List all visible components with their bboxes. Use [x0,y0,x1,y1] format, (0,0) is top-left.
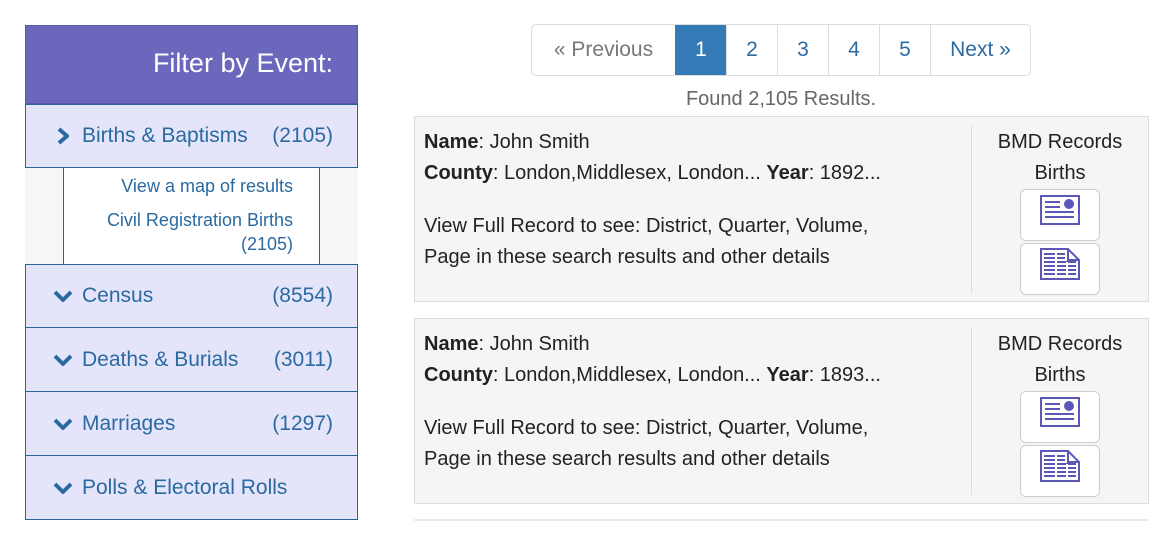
county-label: County [424,162,493,184]
result-county-line: County: London,Middlesex, London... Year… [424,360,971,391]
view-transcript-button[interactable] [1020,243,1100,295]
view-transcript-button[interactable] [1020,445,1100,497]
event-marriages[interactable]: Marriages (1297) [25,392,358,456]
event-births-baptisms[interactable]: Births & Baptisms (2105) [25,104,358,168]
county-value: : London,Middlesex, London... [492,364,767,386]
transcript-icon [1040,450,1080,492]
record-type: Births [1034,364,1086,386]
result-details: Name: John Smith County: London,Middlese… [415,117,971,301]
chevron-down-icon [52,351,74,369]
chevron-right-icon [52,127,74,145]
result-description: View Full Record to see: District, Quart… [424,211,971,273]
event-deaths-burials[interactable]: Deaths & Burials (3011) [25,328,358,392]
page-4-button[interactable]: 4 [828,25,879,75]
page-3-button[interactable]: 3 [777,25,828,75]
next-result-edge [414,519,1149,521]
county-label: County [424,364,493,386]
name-label: Name [424,131,479,153]
results-count: Found 2,105 Results. [685,88,877,110]
page-1-button[interactable]: 1 [675,25,726,75]
births-subpanel: View a map of results Civil Registration… [63,168,320,264]
result-card: Name: John Smith County: London,Middlese… [414,116,1149,302]
county-value: : London,Middlesex, London... [492,162,767,184]
event-count: (3011) [273,347,333,371]
record-source-panel: BMD Records Births [972,319,1148,503]
event-filter-sidebar: Filter by Event: Births & Baptisms (2105… [25,25,358,520]
event-label: Census [82,284,154,307]
record-source: BMD Records [997,333,1123,355]
name-label: Name [424,333,479,355]
event-label: Polls & Electoral Rolls [82,475,288,499]
record-source-panel: BMD Records Births [972,117,1148,301]
description-line: Page in these search results and other d… [424,246,830,268]
year-value: : 1892... [808,162,881,184]
view-certificate-button[interactable] [1020,391,1100,443]
result-county-line: County: London,Middlesex, London... Year… [424,158,971,189]
description-line: View Full Record to see: District, Quart… [424,215,869,237]
record-source: BMD Records [997,131,1123,153]
result-name-line: Name: John Smith [424,329,971,360]
civil-registration-label: Civil Registration Births [106,210,293,230]
chevron-down-icon [52,415,74,433]
view-map-link[interactable]: View a map of results [74,174,293,198]
name-value: : John Smith [478,131,590,153]
result-details: Name: John Smith County: London,Middlese… [415,319,971,503]
births-subpanel-wrapper: View a map of results Civil Registration… [25,168,358,264]
certificate-icon [1040,397,1080,437]
civil-registration-births-link[interactable]: Civil Registration Births (2105) [74,208,293,256]
event-count: (1297) [272,411,333,435]
event-count: (8554) [272,284,333,307]
civil-registration-count: (2105) [240,234,293,254]
result-card: Name: John Smith County: London,Middlese… [414,318,1149,504]
certificate-icon [1040,195,1080,235]
result-description: View Full Record to see: District, Quart… [424,413,971,475]
event-polls-electoral-rolls[interactable]: Polls & Electoral Rolls [25,456,358,520]
next-page-button[interactable]: Next » [930,25,1030,75]
chevron-down-icon [52,479,74,497]
year-label: Year [766,162,809,184]
transcript-icon [1040,248,1080,290]
name-value: : John Smith [478,333,590,355]
pagination: « Previous 1 2 3 4 5 Next » [531,24,1031,76]
result-name-line: Name: John Smith [424,127,971,158]
event-label: Births & Baptisms [82,124,248,147]
sidebar-title: Filter by Event: [25,25,358,104]
view-certificate-button[interactable] [1020,189,1100,241]
event-label: Deaths & Burials [82,347,239,371]
event-census[interactable]: Census (8554) [25,264,358,328]
chevron-down-icon [52,287,74,305]
description-line: Page in these search results and other d… [424,448,830,470]
description-line: View Full Record to see: District, Quart… [424,417,869,439]
event-label: Marriages [82,411,176,435]
page-2-button[interactable]: 2 [726,25,777,75]
event-count: (2105) [272,124,333,147]
year-label: Year [766,364,809,386]
year-value: : 1893... [808,364,881,386]
previous-page-button[interactable]: « Previous [532,25,675,75]
page: Filter by Event: Births & Baptisms (2105… [0,0,1172,544]
page-5-button[interactable]: 5 [879,25,930,75]
record-type: Births [1034,162,1086,184]
